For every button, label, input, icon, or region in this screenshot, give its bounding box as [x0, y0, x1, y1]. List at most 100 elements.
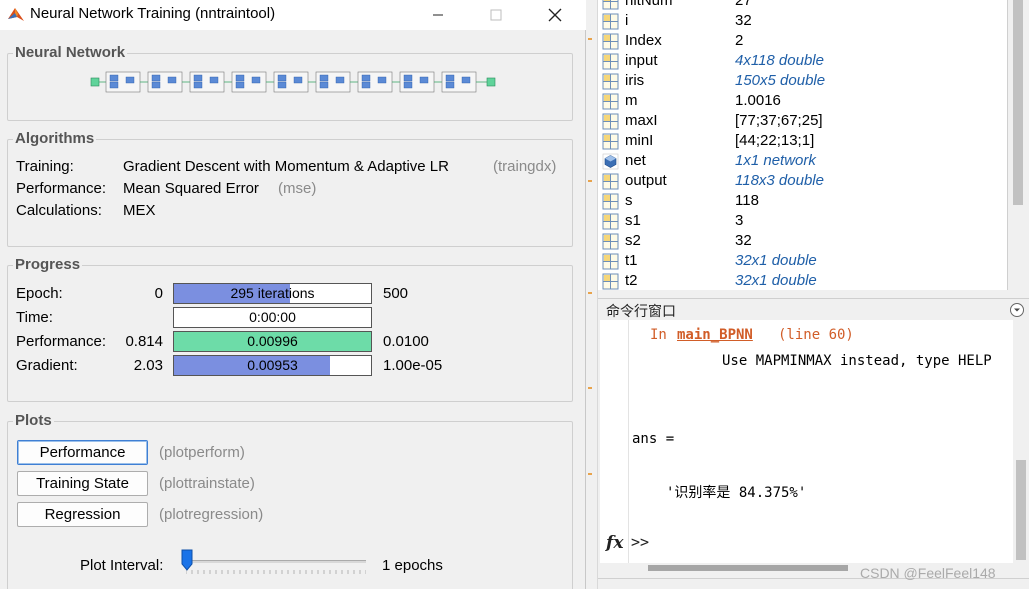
- network-weight-block: [109, 74, 119, 82]
- pane-splitter[interactable]: [586, 0, 598, 589]
- command-window[interactable]: In main_BPNN (line 60) Use MAPMINMAX ins…: [600, 320, 1013, 570]
- epoch-progress-text: 295 iterations: [230, 285, 315, 301]
- workspace-variable-row[interactable]: output 118x3 double: [598, 172, 1007, 192]
- workspace-variable-name: iris: [625, 72, 645, 89]
- workspace-variable-row[interactable]: input 4x118 double: [598, 52, 1007, 72]
- workspace-variable-row[interactable]: maxI [77;37;67;25]: [598, 112, 1007, 132]
- workspace-variable-value: 3: [735, 212, 744, 229]
- plot-interval-slider-track[interactable]: [186, 560, 366, 563]
- workspace-variable-name: net: [625, 152, 646, 169]
- network-weight-block: [109, 81, 119, 89]
- matrix-icon: [602, 193, 619, 210]
- gradient-progress-bar: 0.00953: [173, 355, 372, 376]
- workspace-variable-row[interactable]: i 32: [598, 12, 1007, 32]
- matrix-icon: [602, 33, 619, 50]
- warning-text: Use MAPMINMAX instead, type HELP: [722, 353, 992, 369]
- gradient-label: Gradient:: [16, 357, 78, 374]
- network-weight-block: [293, 76, 303, 84]
- workspace-variable-name: s: [625, 192, 633, 209]
- matrix-icon: [602, 53, 619, 70]
- workspace-variable-row[interactable]: minI [44;22;13;1]: [598, 132, 1007, 152]
- gradient-progress-text: 0.00953: [247, 357, 298, 373]
- workspace-variable-name: m: [625, 92, 638, 109]
- workspace-scrollbar-thumb[interactable]: [1013, 0, 1023, 205]
- matrix-icon: [602, 0, 619, 10]
- workspace-variable-value: [44;22;13;1]: [735, 132, 815, 149]
- network-weight-block: [235, 74, 245, 82]
- command-window-scrollbar[interactable]: [1013, 320, 1029, 570]
- maximize-button[interactable]: [473, 0, 519, 30]
- close-button[interactable]: [532, 0, 578, 30]
- workspace-variable-value: 118: [735, 192, 759, 209]
- workspace-variable-row[interactable]: s 118: [598, 192, 1007, 212]
- workspace-variable-value: 32x1 double: [735, 272, 817, 289]
- command-window-title: 命令行窗口: [606, 304, 676, 320]
- workspace-variable-value: 2: [735, 32, 744, 49]
- minimize-button[interactable]: [415, 0, 461, 30]
- workspace-variable-row[interactable]: s1 3: [598, 212, 1007, 232]
- performance-end: 0.0100: [383, 333, 429, 350]
- window-title: Neural Network Training (nntraintool): [30, 5, 276, 22]
- workspace-variable-row[interactable]: iris 150x5 double: [598, 72, 1007, 92]
- error-function-link[interactable]: main_BPNN: [677, 327, 753, 343]
- network-weight-block: [445, 81, 455, 89]
- epoch-progress-bar: 295 iterations: [173, 283, 372, 304]
- command-prompt[interactable]: >>: [631, 533, 649, 551]
- matrix-icon: [602, 253, 619, 270]
- workspace-variable-row[interactable]: Index 2: [598, 32, 1007, 52]
- object-icon: [602, 153, 619, 170]
- network-weight-block: [277, 81, 287, 89]
- gradient-end: 1.00e-05: [383, 357, 443, 374]
- matlab-logo-icon: [8, 8, 24, 21]
- progress-panel-title: Progress: [13, 256, 83, 273]
- error-line-link[interactable]: (line 60): [778, 327, 854, 343]
- workspace-variable-row[interactable]: s2 32: [598, 232, 1007, 252]
- plot-regression-button[interactable]: Regression: [17, 502, 148, 527]
- matrix-icon: [602, 133, 619, 150]
- algo-training-code: (traingdx): [493, 158, 557, 175]
- fx-icon[interactable]: fx: [606, 533, 623, 553]
- network-weight-block: [419, 76, 429, 84]
- network-weight-block: [193, 74, 203, 82]
- algo-performance-value: Mean Squared Error: [123, 180, 259, 197]
- command-window-hscrollbar-thumb[interactable]: [648, 565, 848, 571]
- plot-performance-button[interactable]: Performance: [17, 440, 148, 465]
- epoch-label: Epoch:: [16, 285, 63, 302]
- plot-training-state-button[interactable]: Training State: [17, 471, 148, 496]
- chevron-down-icon[interactable]: [1009, 302, 1025, 318]
- command-window-gutter: [628, 320, 629, 570]
- workspace-variable-value: 27: [735, 0, 752, 9]
- minimize-icon: [433, 14, 443, 16]
- workspace-variable-row[interactable]: t1 32x1 double: [598, 252, 1007, 272]
- algo-performance-label: Performance:: [16, 180, 107, 197]
- workspace-variable-value: 32: [735, 12, 752, 29]
- ans-label: ans =: [632, 431, 675, 447]
- algo-training-label: Training:: [16, 158, 74, 175]
- algo-calculations-label: Calculations:: [16, 202, 102, 219]
- time-progress-text: 0:00:00: [249, 309, 296, 325]
- matrix-icon: [602, 233, 619, 250]
- network-weight-block: [361, 74, 371, 82]
- title-bar[interactable]: Neural Network Training (nntraintool): [0, 0, 586, 30]
- workspace-variable-row[interactable]: m 1.0016: [598, 92, 1007, 112]
- matrix-icon: [602, 13, 619, 30]
- network-weight-block: [403, 74, 413, 82]
- network-weight-block: [361, 81, 371, 89]
- workspace-variable-value: 1.0016: [735, 92, 781, 109]
- workspace-scrollbar[interactable]: [1008, 0, 1029, 290]
- workspace-variable-name: output: [625, 172, 667, 189]
- workspace-variable-row[interactable]: hitNum 27: [598, 0, 1007, 12]
- command-window-scrollbar-thumb[interactable]: [1016, 460, 1026, 560]
- matrix-icon: [602, 273, 619, 290]
- matrix-icon: [602, 173, 619, 190]
- network-weight-block: [277, 74, 287, 82]
- workspace-variable-value: 4x118 double: [735, 52, 824, 69]
- gradient-start: 2.03: [133, 357, 163, 374]
- plot-interval-slider-thumb[interactable]: [181, 549, 193, 571]
- neural-network-panel-title: Neural Network: [13, 44, 128, 61]
- network-layers: [99, 71, 487, 93]
- command-window-header: 命令行窗口: [598, 298, 1029, 320]
- workspace-variable-row[interactable]: t2 32x1 double: [598, 272, 1007, 290]
- workspace-variable-row[interactable]: net 1x1 network: [598, 152, 1007, 172]
- maximize-icon: [490, 9, 502, 21]
